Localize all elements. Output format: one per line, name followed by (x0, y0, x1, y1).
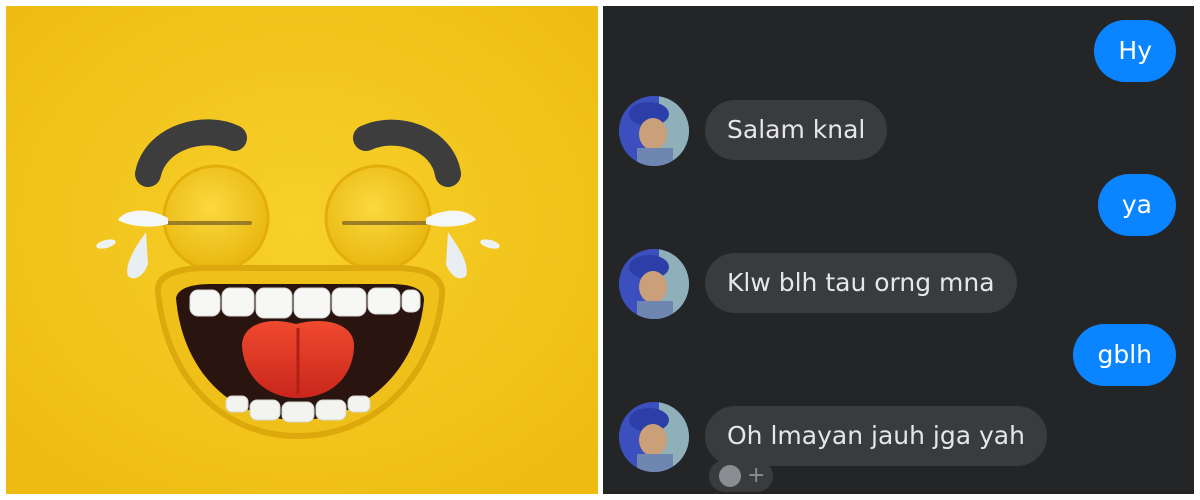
profile-photo (619, 249, 689, 319)
outgoing-message-bubble[interactable]: ya (1097, 174, 1176, 236)
avatar[interactable] (619, 402, 689, 472)
screenshot-root: Hy Salam knal ya Klw blh tau orng mna gb… (0, 0, 1200, 500)
avatar[interactable] (619, 96, 689, 166)
messenger-chat: Hy Salam knal ya Klw blh tau orng mna gb… (603, 6, 1194, 494)
message-row-outgoing: Hy (603, 20, 1194, 84)
message-row-incoming: Oh lmayan jauh jga yah (603, 402, 1194, 472)
laughing-emoji-image (6, 6, 598, 494)
laughing-crying-face-icon (6, 6, 598, 494)
plus-icon: + (747, 463, 766, 488)
smiley-icon (719, 465, 741, 487)
incoming-message-bubble[interactable]: Salam knal (705, 100, 888, 160)
avatar[interactable] (619, 249, 689, 319)
message-row-outgoing: ya (603, 174, 1194, 238)
message-row-incoming: Salam knal (603, 96, 1194, 166)
profile-photo (619, 96, 689, 166)
outgoing-message-bubble[interactable]: gblh (1073, 324, 1176, 386)
incoming-message-bubble[interactable]: Oh lmayan jauh jga yah (705, 406, 1047, 466)
message-row-incoming: Klw blh tau orng mna (603, 249, 1194, 319)
profile-photo (619, 402, 689, 472)
incoming-message-bubble[interactable]: Klw blh tau orng mna (705, 253, 1017, 313)
message-row-outgoing: gblh (603, 324, 1194, 388)
add-reaction-button[interactable]: + (709, 460, 773, 492)
outgoing-message-bubble[interactable]: Hy (1094, 20, 1176, 82)
